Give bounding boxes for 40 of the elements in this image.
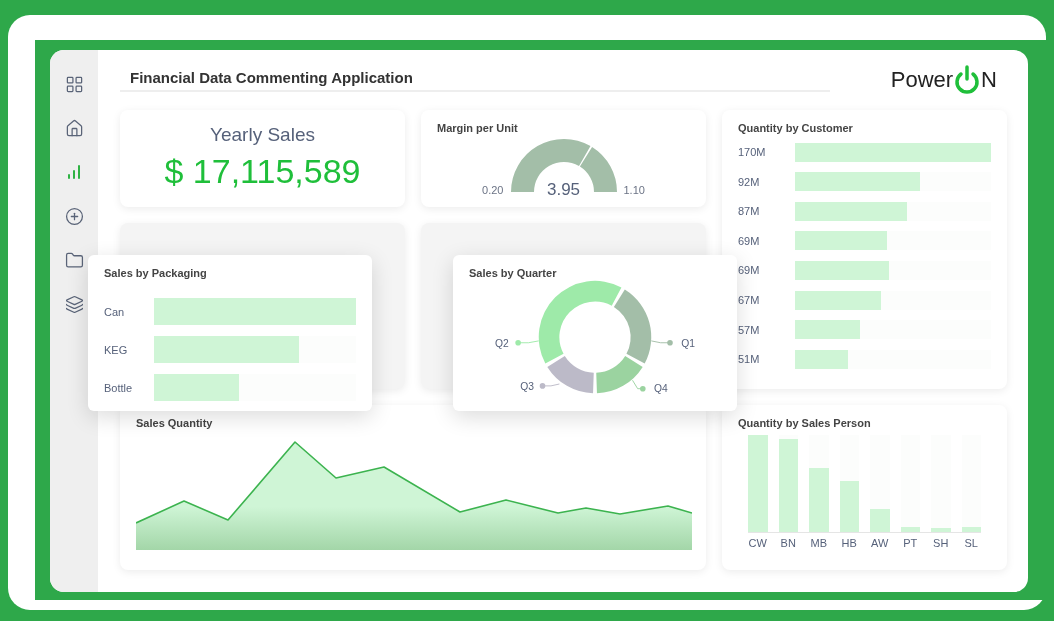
bar-label: BN (779, 537, 797, 549)
bar-label: Can (104, 305, 126, 318)
card-title: Sales by Packaging (104, 267, 208, 279)
card-title: Quantity by Customer (738, 122, 854, 134)
bar-label: PT (902, 537, 919, 549)
gauge-min: 0.20 (482, 184, 504, 196)
gauge-value: 3.95 (546, 180, 581, 200)
sales-total: $ 17,115,589 (163, 152, 362, 191)
leader-line (650, 339, 673, 346)
bar-label: SH (932, 537, 950, 549)
bar-label: 69M (738, 234, 761, 247)
bar-label: 170M (738, 146, 767, 159)
bar-label: 87M (738, 205, 761, 218)
card-title: Sales Quantity (136, 417, 214, 429)
slice-label: Q1 (681, 337, 695, 349)
bar-label: HB (840, 537, 858, 549)
bar-label: KEG (104, 343, 129, 356)
bar-label: Bottle (104, 381, 134, 394)
bar-label: CW (748, 537, 768, 549)
bar-label: MB (809, 537, 828, 549)
bar-label: 92M (738, 175, 761, 188)
bar-label: SL (963, 537, 979, 549)
card-title: Margin per Unit (437, 122, 519, 134)
slice-label: Q2 (495, 337, 509, 349)
app-title: Financial Data Commenting Application (120, 68, 830, 92)
slice-label: Q3 (520, 380, 535, 392)
card-title: Quantity by Sales Person (738, 417, 872, 429)
card-title: Yearly Sales (209, 124, 316, 146)
bar-label: 67M (738, 294, 761, 307)
leader-line (515, 339, 540, 346)
slice-label: Q4 (654, 383, 668, 395)
leader-line (632, 379, 646, 392)
card-title: Sales by Quarter (469, 267, 558, 279)
gauge-max: 1.10 (623, 184, 645, 196)
bar-label: 51M (738, 353, 761, 366)
leader-line (539, 383, 560, 389)
bar-label: 57M (738, 323, 761, 336)
bar-label: AW (870, 537, 890, 549)
bar-label: 69M (738, 264, 761, 277)
logo: Power N (890, 65, 998, 95)
